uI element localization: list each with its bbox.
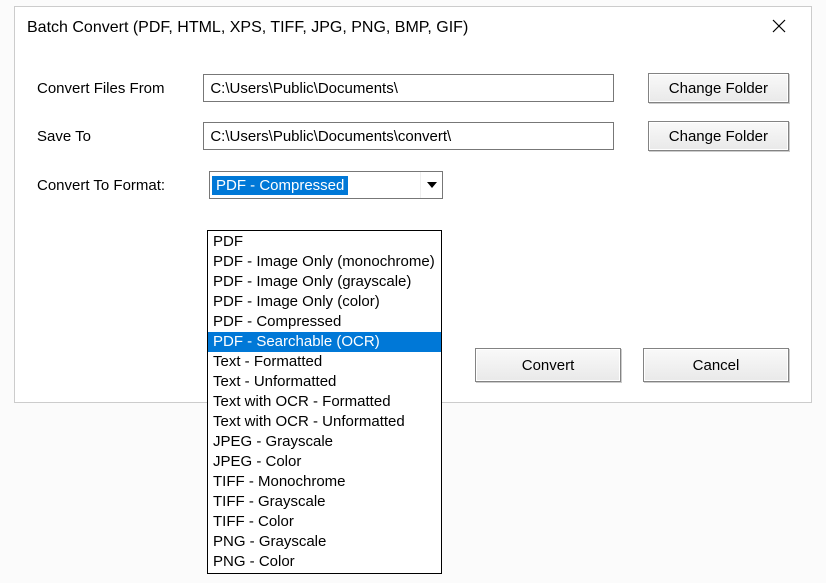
format-option[interactable]: Text - Unformatted — [208, 372, 441, 392]
label-format: Convert To Format: — [37, 177, 209, 194]
change-folder-from-button[interactable]: Change Folder — [648, 73, 789, 103]
from-path-input[interactable] — [203, 74, 613, 102]
label-from: Convert Files From — [37, 80, 203, 97]
format-option[interactable]: Text with OCR - Formatted — [208, 392, 441, 412]
format-option[interactable]: TIFF - Color — [208, 512, 441, 532]
format-combobox[interactable]: PDF - Compressed — [209, 171, 443, 199]
format-option[interactable]: JPEG - Grayscale — [208, 432, 441, 452]
format-option[interactable]: PDF - Image Only (grayscale) — [208, 272, 441, 292]
cancel-button[interactable]: Cancel — [643, 348, 789, 382]
format-option[interactable]: TIFF - Grayscale — [208, 492, 441, 512]
format-option[interactable]: PNG - Color — [208, 552, 441, 572]
convert-button[interactable]: Convert — [475, 348, 621, 382]
format-option[interactable]: PDF - Image Only (monochrome) — [208, 252, 441, 272]
combobox-selected-value: PDF - Compressed — [212, 176, 348, 195]
row-from: Convert Files From Change Folder — [37, 73, 789, 103]
chevron-down-icon — [420, 172, 442, 198]
to-path-input[interactable] — [203, 122, 613, 150]
titlebar: Batch Convert (PDF, HTML, XPS, TIFF, JPG… — [15, 7, 811, 49]
format-option[interactable]: JPEG - Color — [208, 452, 441, 472]
action-buttons: Convert Cancel — [475, 348, 789, 382]
format-option[interactable]: Text with OCR - Unformatted — [208, 412, 441, 432]
format-option[interactable]: PDF — [208, 232, 441, 252]
row-to: Save To Change Folder — [37, 121, 789, 151]
window-title: Batch Convert (PDF, HTML, XPS, TIFF, JPG… — [27, 19, 759, 37]
format-option[interactable]: Text - Formatted — [208, 352, 441, 372]
close-button[interactable] — [759, 12, 799, 44]
close-icon — [772, 19, 786, 37]
format-option[interactable]: PDF - Searchable (OCR) — [208, 332, 441, 352]
format-option[interactable]: TIFF - Monochrome — [208, 472, 441, 492]
format-dropdown-list[interactable]: PDFPDF - Image Only (monochrome)PDF - Im… — [207, 230, 442, 574]
row-format: Convert To Format: PDF - Compressed — [37, 171, 789, 199]
format-option[interactable]: PDF - Image Only (color) — [208, 292, 441, 312]
format-option[interactable]: PDF - Compressed — [208, 312, 441, 332]
dialog-body: Convert Files From Change Folder Save To… — [15, 49, 811, 199]
change-folder-to-button[interactable]: Change Folder — [648, 121, 789, 151]
label-to: Save To — [37, 128, 203, 145]
format-option[interactable]: PNG - Grayscale — [208, 532, 441, 552]
